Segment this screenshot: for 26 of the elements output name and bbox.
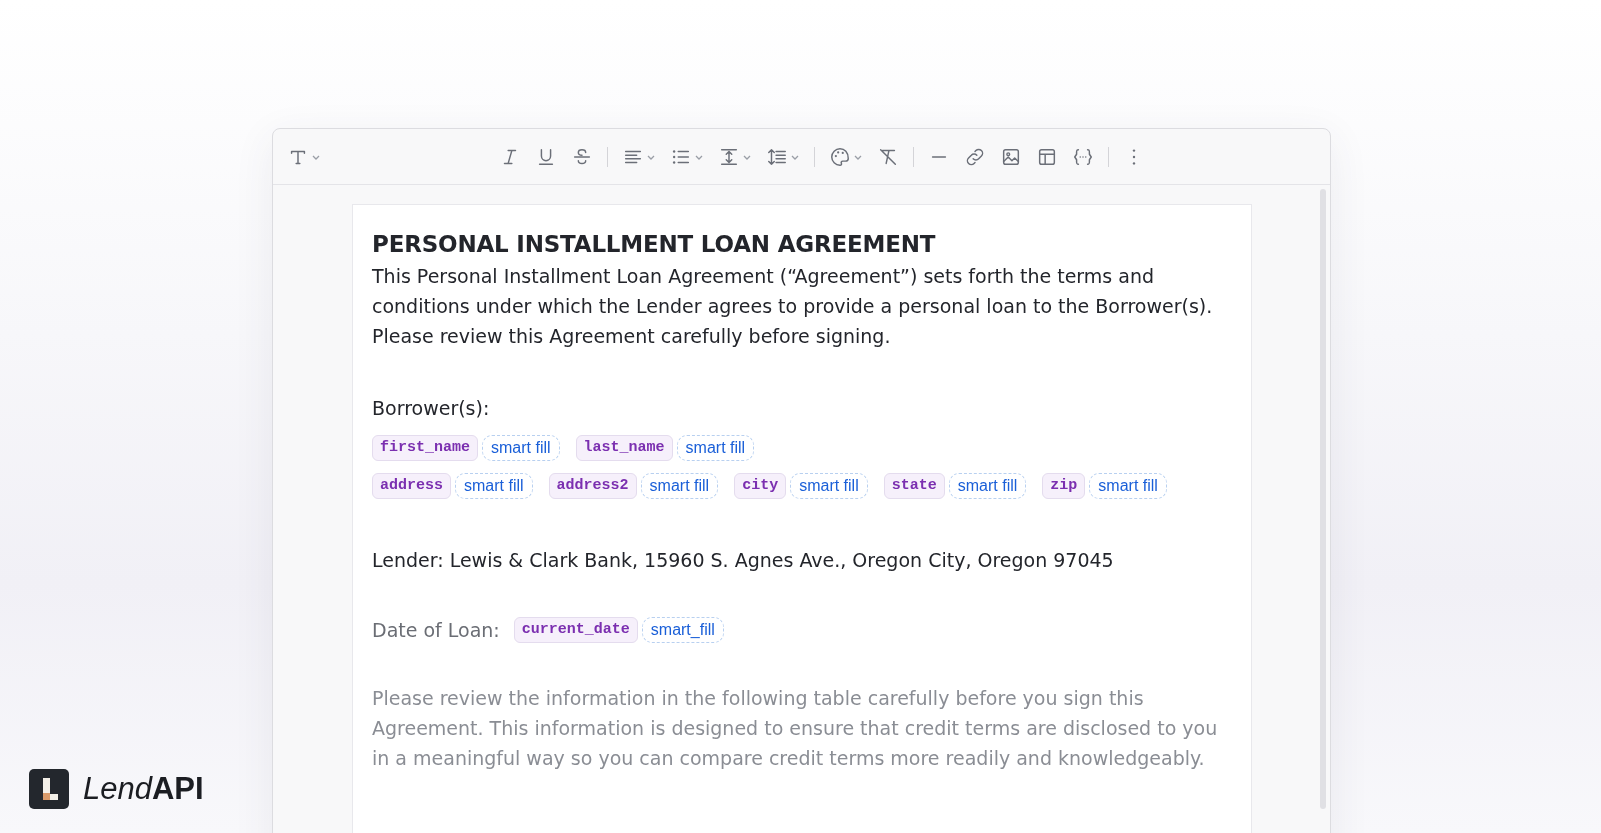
smart-fill-button[interactable]: smart fill — [640, 473, 719, 499]
palette-icon[interactable] — [829, 145, 851, 168]
smart-fill-button[interactable]: smart fill — [455, 473, 533, 499]
logo-icon — [29, 769, 69, 809]
variable-tag[interactable]: current_date — [513, 617, 638, 643]
smart-fill-button[interactable]: smart fill — [1089, 473, 1167, 499]
intro-paragraph: This Personal Installment Loan Agreement (“Agreement”) sets forth the terms and conditions under which the Lender agrees to provide a personal loan to the Borrower(s). Please review this Agreement carefully before signing. — [372, 264, 1214, 349]
variable-tag[interactable]: state — [883, 473, 945, 499]
smart-fill-button[interactable]: smart fill — [482, 435, 560, 461]
smart-fill-button[interactable]: smart_fill — [641, 617, 724, 643]
smart-fill-button[interactable]: smart fill — [676, 435, 755, 461]
variable-tag[interactable]: zip — [1042, 473, 1086, 499]
scrollbar[interactable] — [1320, 189, 1326, 809]
variable-tag[interactable]: address2 — [548, 473, 637, 499]
variable-tag[interactable]: last_name — [575, 435, 673, 461]
variable-tag[interactable]: city — [734, 473, 787, 499]
logo-text: LendAPI — [83, 771, 204, 807]
date-label: Date of Loan: — [372, 618, 500, 643]
variable-tag[interactable]: first_name — [372, 435, 478, 461]
lender-line: Lender: Lewis & Clark Bank, 15960 S. Agnes Ave., Oregon City, Oregon 97045 — [372, 548, 1115, 573]
document-title: PERSONAL INSTALLMENT LOAN AGREEMENT — [372, 230, 937, 259]
variable-tag[interactable]: address — [372, 473, 451, 499]
borrowers-label: Borrower(s): — [372, 396, 491, 421]
smart-fill-button[interactable]: smart fill — [790, 473, 868, 499]
smart-fill-button[interactable]: smart fill — [948, 473, 1027, 499]
disclosure-paragraph: Please review the information in the following table carefully before you sign this Agreement. This information is designed to ensure that credit terms are disclosed to you in a meaningful way so you can compare credit terms more readily and knowledgeably. — [372, 686, 1219, 771]
